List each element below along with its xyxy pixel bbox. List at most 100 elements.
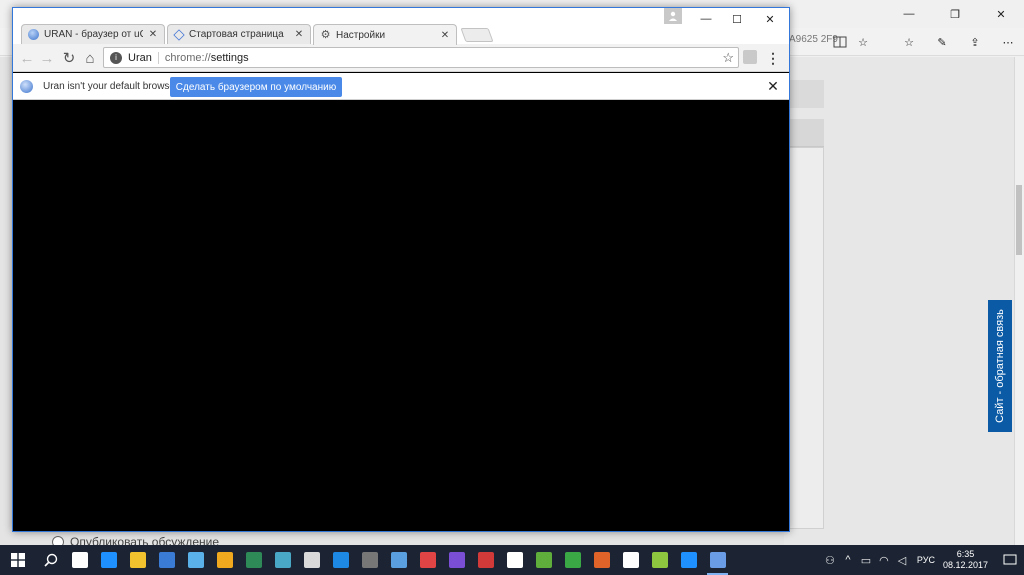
share-icon[interactable]: ⇪: [965, 32, 985, 52]
edge-close-button[interactable]: ✕: [978, 0, 1024, 28]
uran-logo-icon: [20, 79, 33, 93]
volume-icon[interactable]: ◁: [893, 545, 911, 575]
forward-icon[interactable]: →: [37, 48, 57, 68]
infobar-close-icon[interactable]: ✕: [766, 78, 780, 95]
reload-icon[interactable]: ↻: [59, 48, 79, 68]
app-f-icon: [564, 552, 581, 568]
favorites-hub-icon[interactable]: ☆: [899, 32, 919, 52]
tab-start-page[interactable]: Стартовая страница ✕: [167, 24, 311, 44]
url-text: chrome://settings: [165, 52, 249, 64]
taskbar-app-app-teal[interactable]: [268, 545, 297, 575]
taskbar: ⚇ ^ ▭ ◠ ◁ РУС 6:35 08.12.2017: [0, 545, 1024, 575]
tab-settings[interactable]: ⚙ Настройки ✕: [313, 24, 457, 45]
edge-caption-buttons: — ❐ ✕: [886, 0, 1024, 28]
url-path: settings: [210, 51, 249, 64]
site-name: Uran: [128, 51, 152, 64]
system-tray: ⚇ ^ ▭ ◠ ◁ РУС 6:35 08.12.2017: [821, 545, 1024, 575]
tab-title: Стартовая страница: [189, 29, 284, 40]
edge-scroll-thumb[interactable]: [1016, 185, 1022, 255]
taskbar-app-explorer[interactable]: [123, 545, 152, 575]
taskbar-app-app-orange[interactable]: [587, 545, 616, 575]
edge-scrollbar[interactable]: [1014, 57, 1024, 545]
omnibox-separator: [157, 51, 159, 64]
rss-icon[interactable]: [743, 50, 757, 64]
taskbar-app-utorrent[interactable]: [529, 545, 558, 575]
web-note-icon[interactable]: ✎: [932, 32, 952, 52]
page-panel: [784, 80, 824, 108]
taskbar-app-app-plus[interactable]: [645, 545, 674, 575]
taskbar-app-calculator[interactable]: [297, 545, 326, 575]
more-icon[interactable]: ⋯: [998, 32, 1018, 52]
minimize-button[interactable]: —: [691, 8, 721, 30]
taskbar-app-edge[interactable]: [94, 545, 123, 575]
taskbar-app-settings[interactable]: [500, 545, 529, 575]
taskbar-app-app-green[interactable]: [239, 545, 268, 575]
edge-icon: [100, 552, 117, 568]
search-icon: [43, 553, 57, 567]
close-tab-icon[interactable]: ✕: [440, 30, 450, 41]
mail-icon: [187, 552, 204, 568]
feedback-tab[interactable]: Сайт - обратная связь: [988, 300, 1012, 432]
search-button[interactable]: [36, 545, 65, 575]
taskbar-app-edge-2[interactable]: [674, 545, 703, 575]
page-panel-header: [784, 119, 824, 147]
close-tab-icon[interactable]: ✕: [148, 29, 158, 40]
favorite-star-icon[interactable]: ☆: [853, 32, 873, 52]
close-tab-icon[interactable]: ✕: [294, 29, 304, 40]
uran-icon: [709, 552, 726, 568]
default-browser-infobar: Uran isn't your default browser. Сделать…: [13, 73, 789, 100]
reading-view-icon[interactable]: [830, 32, 850, 52]
taskbar-app-app-dots[interactable]: [384, 545, 413, 575]
windows-logo-icon: [11, 553, 25, 567]
taskbar-app-app-red[interactable]: [471, 545, 500, 575]
address-bar[interactable]: i Uran chrome://settings ☆: [103, 47, 739, 68]
taskbar-app-photos[interactable]: [210, 545, 239, 575]
tab-strip: URAN - браузер от uCoz ✕ Стартовая стран…: [13, 8, 789, 45]
site-info-icon[interactable]: i: [110, 51, 122, 64]
diamond-icon: [173, 28, 185, 41]
home-icon[interactable]: ⌂: [80, 48, 100, 68]
store-icon: [158, 552, 175, 568]
chevron-up-icon[interactable]: ^: [839, 545, 857, 575]
clock-date: 08.12.2017: [942, 560, 988, 570]
app-dots-icon: [390, 552, 407, 568]
clock[interactable]: 6:35 08.12.2017: [943, 549, 988, 571]
profile-button[interactable]: [664, 8, 682, 24]
new-tab-button[interactable]: [460, 28, 494, 42]
language-indicator[interactable]: РУС: [917, 555, 935, 565]
taskbar-apps: [65, 545, 732, 575]
taskbar-app-uran[interactable]: [703, 545, 732, 575]
taskbar-app-task-view[interactable]: [65, 545, 94, 575]
tab-uran[interactable]: URAN - браузер от uCoz ✕: [21, 24, 165, 44]
url-scheme: chrome://: [164, 51, 211, 64]
close-window-button[interactable]: ✕: [755, 8, 785, 30]
uran-window: URAN - браузер от uCoz ✕ Стартовая стран…: [12, 7, 790, 532]
app-red-icon: [477, 552, 494, 568]
utorrent-icon: [535, 552, 552, 568]
tab-title: Настройки: [336, 29, 386, 41]
start-button[interactable]: [0, 545, 36, 575]
menu-icon[interactable]: ⋮: [766, 48, 780, 68]
bookmark-star-icon[interactable]: ☆: [722, 50, 734, 66]
taskbar-app-camera[interactable]: [616, 545, 645, 575]
maximize-button[interactable]: ☐: [722, 8, 752, 30]
taskbar-app-app-f[interactable]: [558, 545, 587, 575]
app-plus-icon: [651, 552, 668, 568]
people-icon[interactable]: ⚇: [821, 545, 839, 575]
taskbar-app-app-gray[interactable]: [355, 545, 384, 575]
edge-minimize-button[interactable]: —: [886, 0, 932, 28]
taskbar-app-visual-studio[interactable]: [442, 545, 471, 575]
back-icon[interactable]: ←: [17, 48, 37, 68]
app-blue-icon: [332, 552, 349, 568]
settings-icon: [506, 552, 523, 568]
set-default-button[interactable]: Сделать браузером по умолчанию: [170, 77, 342, 97]
notifications-button[interactable]: [996, 545, 1024, 575]
app-green-icon: [245, 552, 262, 568]
taskbar-app-mail[interactable]: [181, 545, 210, 575]
taskbar-app-app-blue[interactable]: [326, 545, 355, 575]
taskbar-app-store[interactable]: [152, 545, 181, 575]
edge-restore-button[interactable]: ❐: [932, 0, 978, 28]
taskbar-app-app-paint[interactable]: [413, 545, 442, 575]
network-icon[interactable]: ◠: [875, 545, 893, 575]
battery-icon[interactable]: ▭: [857, 545, 875, 575]
